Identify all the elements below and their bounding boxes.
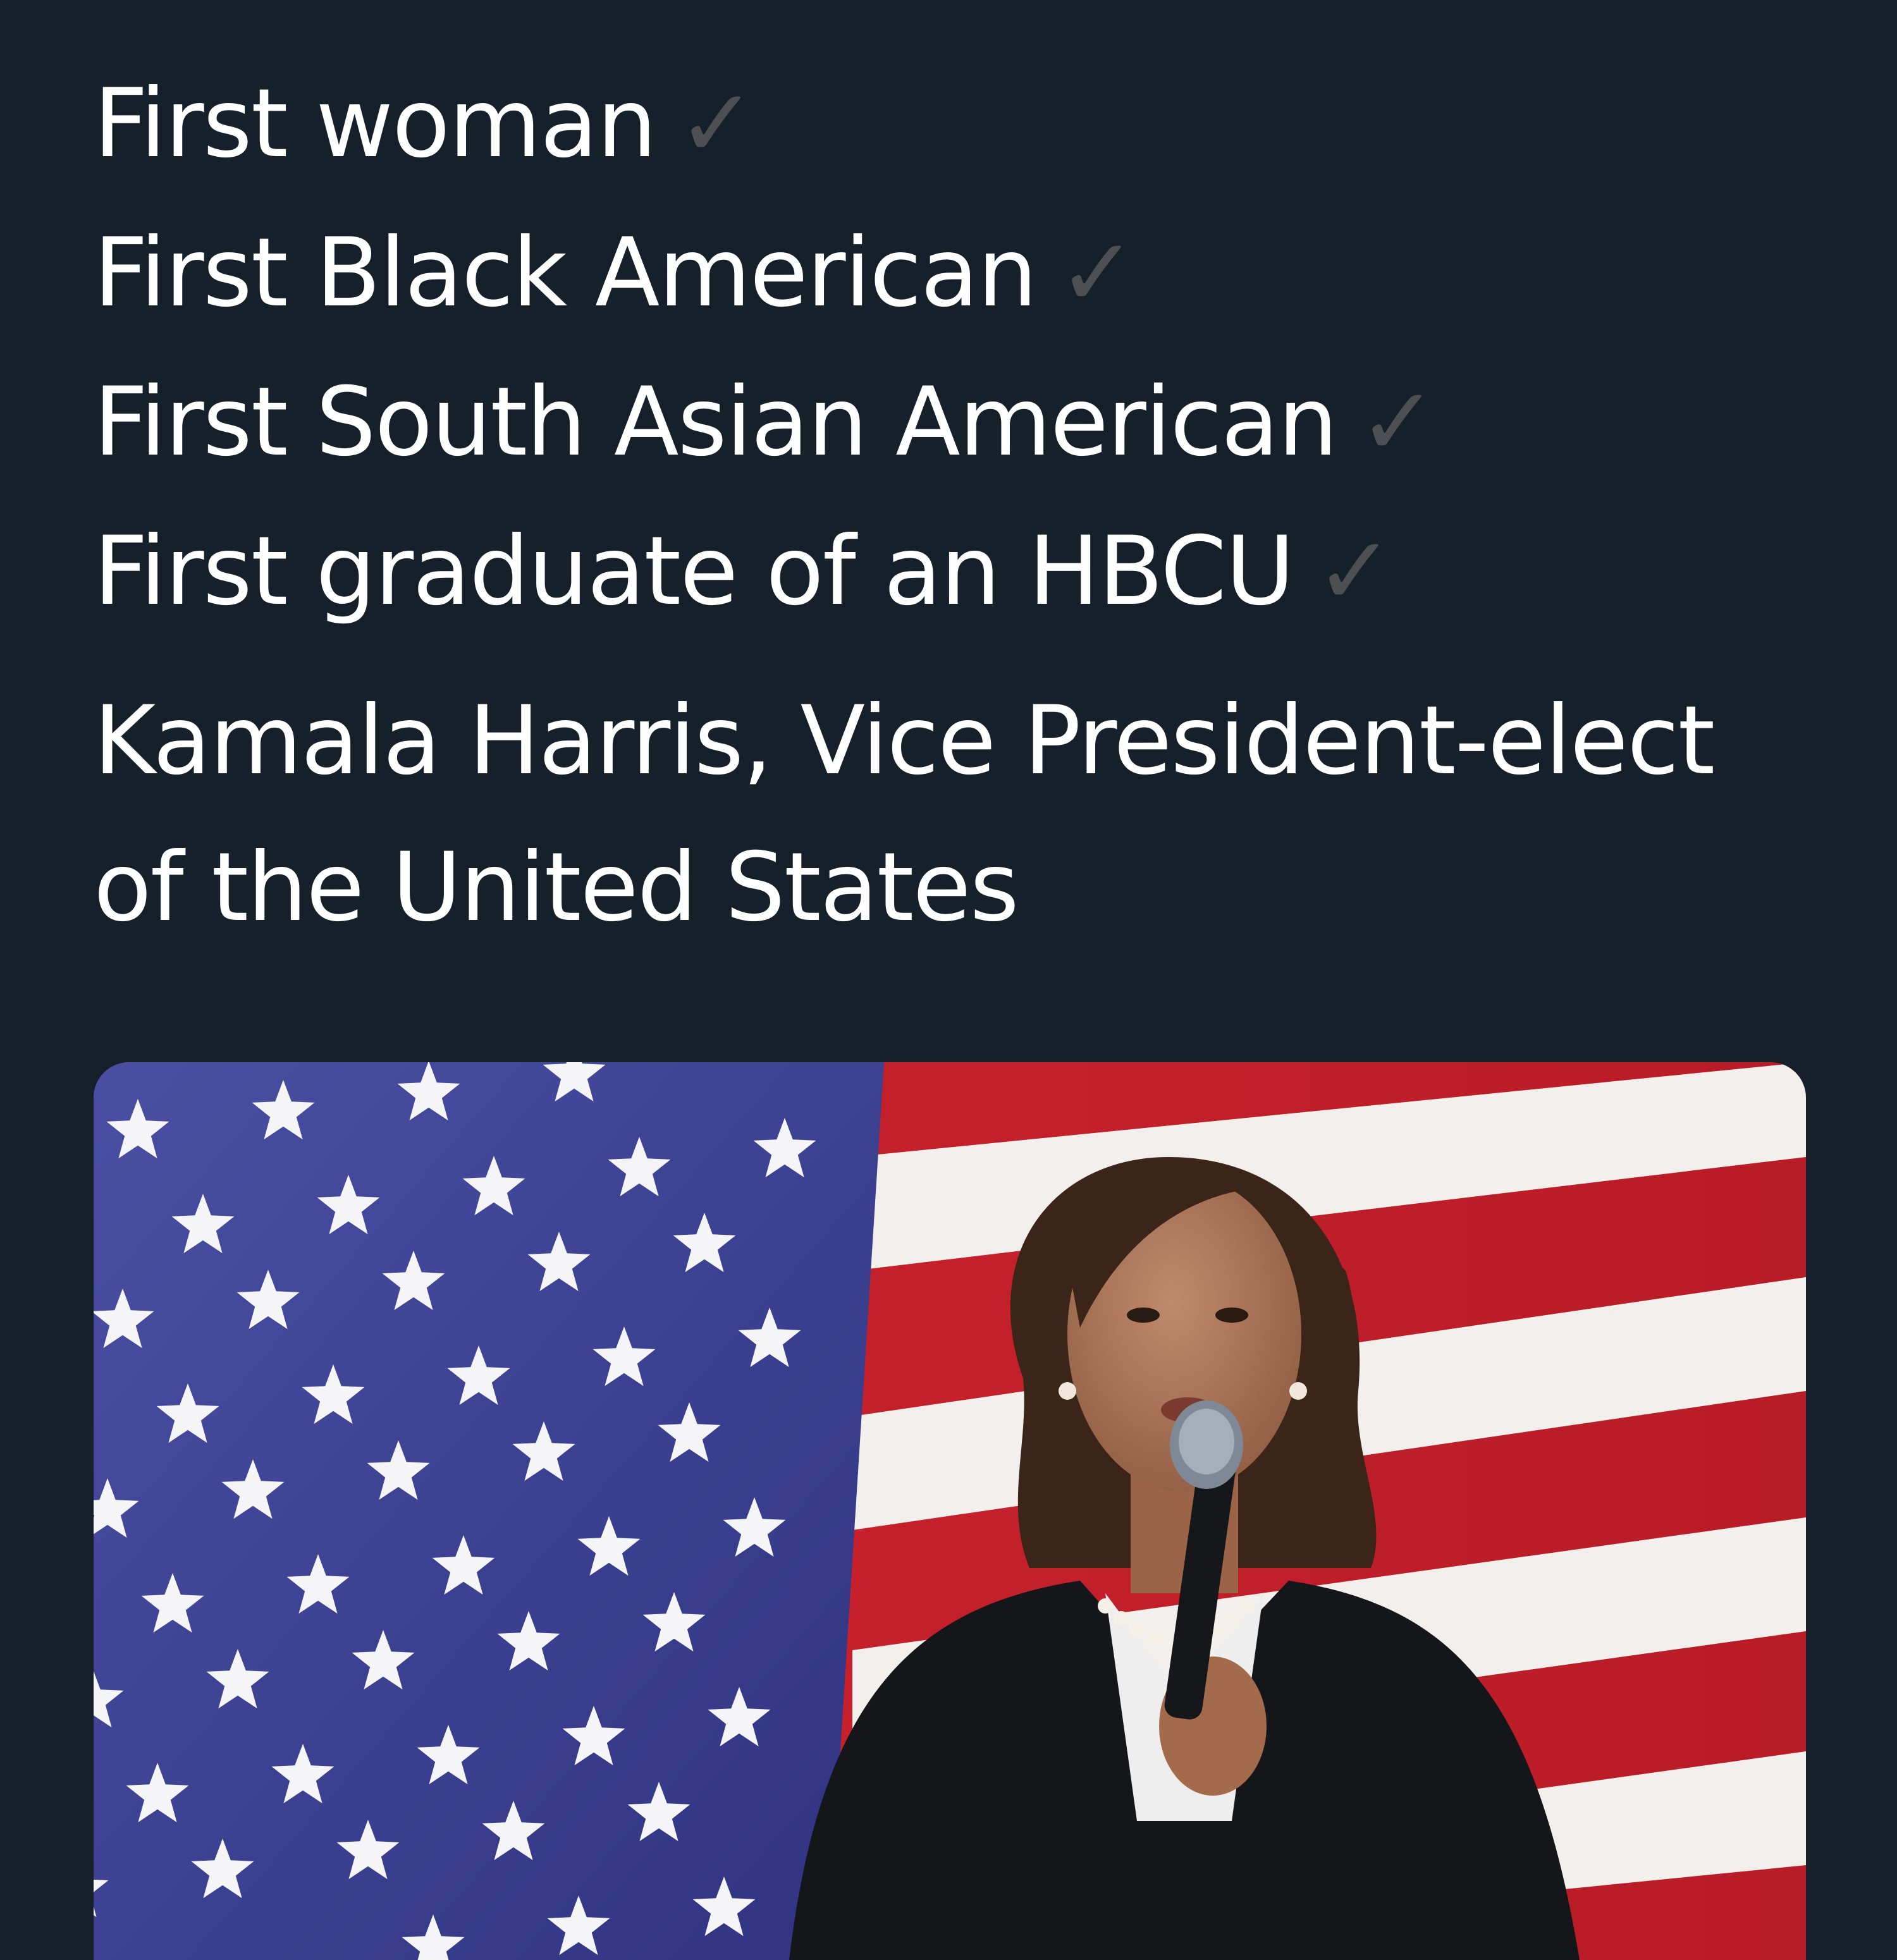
tweet-photo[interactable] bbox=[94, 1062, 1806, 1960]
caption-line-1: Kamala Harris, Vice President-elect bbox=[94, 686, 1715, 796]
achievement-text: First South Asian American bbox=[94, 367, 1338, 477]
check-mark-icon: ✓ bbox=[1315, 517, 1395, 627]
photo-illustration bbox=[94, 1062, 1806, 1960]
achievement-line-2: First Black American ✓ bbox=[94, 199, 1839, 348]
tweet-caption: Kamala Harris, Vice President-elect of t… bbox=[94, 668, 1839, 961]
check-mark-icon: ✓ bbox=[1057, 218, 1138, 328]
achievement-line-4: First graduate of an HBCU ✓ bbox=[94, 497, 1839, 646]
achievement-line-1: First woman ✓ bbox=[94, 49, 1839, 199]
achievement-text: First graduate of an HBCU bbox=[94, 517, 1295, 627]
achievement-line-3: First South Asian American ✓ bbox=[94, 348, 1839, 497]
tweet-text: First woman ✓ First Black American ✓ First… bbox=[94, 49, 1839, 961]
check-mark-icon: ✓ bbox=[1358, 367, 1438, 477]
check-mark-icon: ✓ bbox=[677, 69, 757, 179]
caption-line-2: of the United States bbox=[94, 833, 1019, 943]
achievement-text: First woman bbox=[94, 69, 657, 179]
achievement-text: First Black American bbox=[94, 218, 1038, 328]
